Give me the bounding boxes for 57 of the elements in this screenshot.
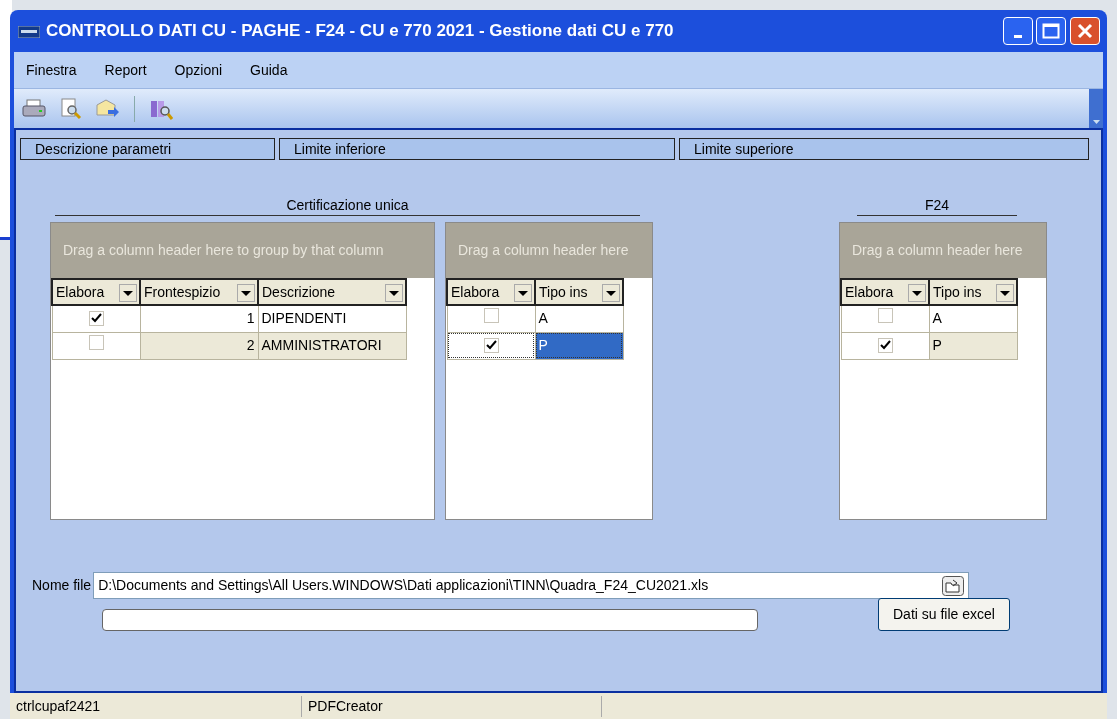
file-path-field[interactable]: D:\Documents and Settings\All Users.WINDOWS\Dati applicazioni\TINN\Quadra_F24_CU2021.xls bbox=[93, 572, 970, 599]
group-title: F24 bbox=[857, 196, 1017, 216]
column-header[interactable]: Descrizione bbox=[258, 279, 406, 305]
column-header[interactable]: Elabora bbox=[447, 279, 535, 305]
group-by-hint: Drag a column header here bbox=[446, 223, 652, 278]
column-header[interactable]: Limite superiore bbox=[679, 138, 1089, 160]
minimize-icon bbox=[1013, 34, 1022, 38]
table-cell: 1 bbox=[140, 305, 258, 332]
status-text: PDFCreator bbox=[302, 695, 602, 717]
menu-item[interactable]: Opzioni bbox=[174, 59, 223, 81]
group-by-hint: Drag a column header here to group by that column bbox=[51, 223, 434, 278]
close-icon bbox=[1076, 23, 1093, 39]
column-label: Elabora bbox=[56, 282, 105, 302]
menu-item[interactable]: Report bbox=[104, 59, 147, 81]
table-cell: A bbox=[929, 305, 1017, 332]
status-text: ctrlcupaf2421 bbox=[10, 695, 302, 717]
column-label: Tipo ins bbox=[933, 282, 982, 302]
table-cell: AMMINISTRATORI bbox=[258, 332, 406, 359]
column-header[interactable]: Descrizione parametri bbox=[20, 138, 275, 160]
table-cell: A bbox=[535, 305, 623, 332]
printer-icon[interactable] bbox=[22, 97, 46, 120]
checkbox[interactable] bbox=[877, 337, 893, 353]
group-by-hint: Drag a column header here bbox=[840, 223, 1046, 278]
close-button[interactable] bbox=[1069, 17, 1100, 45]
magnifier-page-icon[interactable] bbox=[60, 97, 82, 120]
checkbox[interactable] bbox=[483, 337, 499, 353]
column-header[interactable]: Elabora bbox=[52, 279, 140, 305]
maximize-button[interactable] bbox=[1036, 17, 1066, 45]
field-label: Nome file bbox=[32, 576, 92, 595]
column-header[interactable]: Elabora bbox=[841, 279, 929, 305]
maximize-icon bbox=[1042, 23, 1060, 39]
menu-item[interactable]: Guida bbox=[250, 59, 288, 81]
column-label: Frontespizio bbox=[144, 282, 221, 302]
column-label: Elabora bbox=[845, 282, 894, 302]
column-label: Elabora bbox=[451, 282, 500, 302]
group-title: Certificazione unica bbox=[55, 196, 640, 216]
minimize-button[interactable] bbox=[1002, 17, 1033, 45]
column-header[interactable]: Limite inferiore bbox=[279, 138, 675, 160]
checkbox[interactable] bbox=[877, 308, 893, 324]
checkbox[interactable] bbox=[88, 335, 104, 350]
checkbox[interactable] bbox=[483, 308, 499, 324]
column-header[interactable]: Frontespizio bbox=[140, 279, 258, 305]
envelope-arrow-icon[interactable] bbox=[96, 97, 120, 120]
column-label: Descrizione bbox=[262, 282, 336, 302]
checkbox[interactable] bbox=[88, 310, 104, 326]
export-button[interactable]: Dati su file excel bbox=[878, 597, 1010, 631]
column-label: Tipo ins bbox=[539, 282, 588, 302]
window-title: CONTROLLO DATI CU - PAGHE - F24 - CU e 770 2021 - Gestione dati CU e 770 bbox=[46, 20, 675, 43]
table-cell: DIPENDENTI bbox=[258, 305, 406, 332]
column-header[interactable]: Tipo ins bbox=[929, 279, 1017, 305]
toolbar-overflow-icon[interactable] bbox=[1089, 89, 1103, 128]
folder-browse-icon[interactable] bbox=[942, 574, 965, 597]
column-header[interactable]: Tipo ins bbox=[535, 279, 623, 305]
table-cell: 2 bbox=[140, 332, 258, 359]
menu-item[interactable]: Finestra bbox=[26, 59, 77, 81]
table-cell: P bbox=[929, 332, 1017, 359]
table-cell: P bbox=[535, 332, 623, 359]
